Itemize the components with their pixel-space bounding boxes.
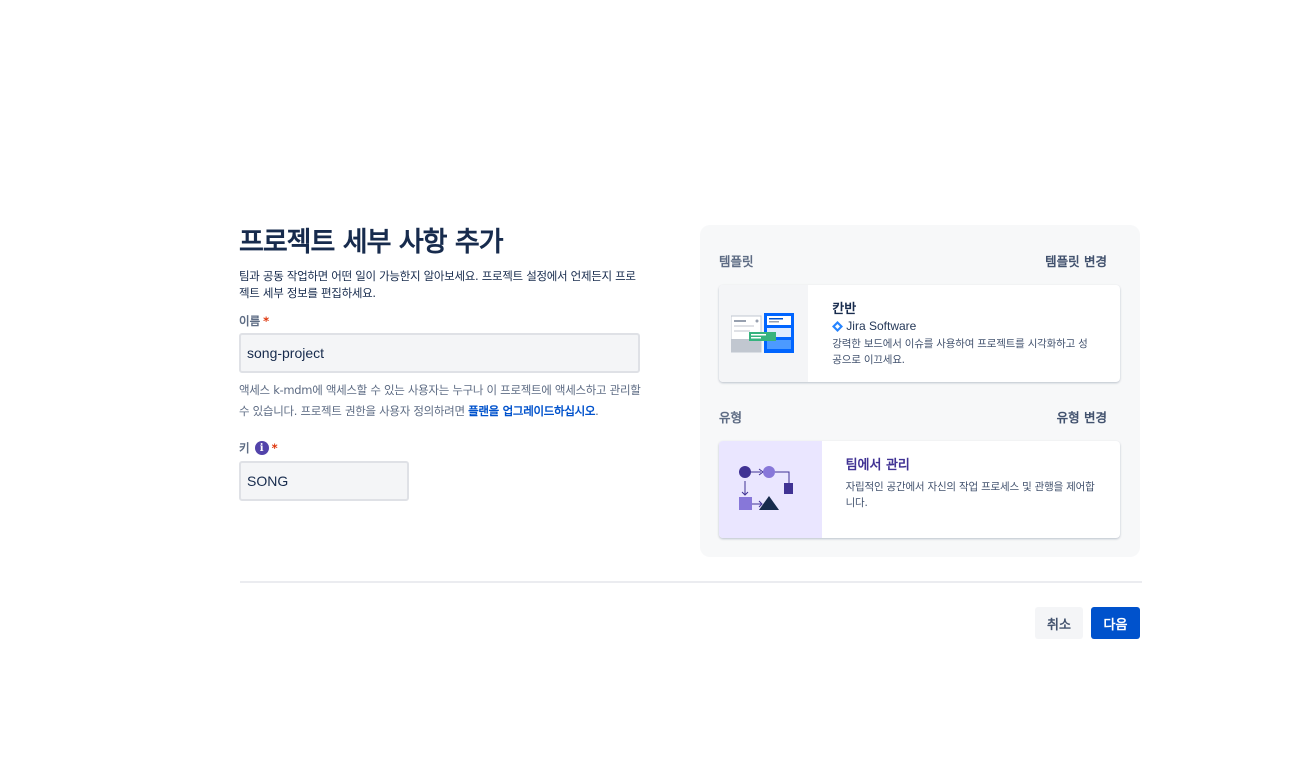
cancel-button[interactable]: 취소 xyxy=(1035,607,1083,639)
key-label: 키 i * xyxy=(239,441,641,455)
required-mark: * xyxy=(271,441,278,455)
template-card-info: 칸반 Jira Software 강력한 보드에서 이슈를 사용하여 프로젝트를… xyxy=(808,285,1120,382)
template-card-title: 칸반 xyxy=(832,302,857,317)
type-card-description: 자립적인 공간에서 자신의 작업 프로세스 및 관행을 제어합니다. xyxy=(845,481,1095,509)
template-card[interactable]: 칸반 Jira Software 강력한 보드에서 이슈를 사용하여 프로젝트를… xyxy=(719,285,1120,382)
name-input[interactable]: song-project xyxy=(239,333,640,373)
required-mark: * xyxy=(263,314,270,328)
jira-icon xyxy=(832,320,844,332)
info-icon[interactable]: i xyxy=(254,441,269,455)
upgrade-plan-link[interactable]: 플랜을 업그레이드하십시오 xyxy=(468,404,595,418)
key-input[interactable]: SONG xyxy=(239,461,409,501)
change-template-button[interactable]: 템플릿 변경 xyxy=(1045,251,1107,270)
type-section-header: 유형 유형 변경 xyxy=(719,407,1107,426)
change-type-button[interactable]: 유형 변경 xyxy=(1057,407,1107,426)
access-help-end: . xyxy=(595,404,599,418)
type-section-label: 유형 xyxy=(719,410,743,425)
footer-divider xyxy=(240,581,1142,583)
page-title: 프로젝트 세부 사항 추가 xyxy=(239,227,504,258)
next-button[interactable]: 다음 xyxy=(1091,607,1140,639)
template-panel: 템플릿 템플릿 변경 칸반 Jira Software 강력한 보드에서 이슈를… xyxy=(700,225,1140,557)
name-label: 이름 * xyxy=(239,314,641,328)
type-card[interactable]: 팀에서 관리 자립적인 공간에서 자신의 작업 프로세스 및 관행을 제어합니다… xyxy=(719,441,1120,538)
project-details-form: 프로젝트 세부 사항 추가 팀과 공동 작업하면 어떤 일이 가능한지 알아보세… xyxy=(239,222,641,501)
template-card-description: 강력한 보드에서 이슈를 사용하여 프로젝트를 시각화하고 성공으로 이끄세요. xyxy=(832,338,1088,366)
jira-product-name: Jira Software xyxy=(846,319,917,333)
type-card-title: 팀에서 관리 xyxy=(845,458,910,473)
name-label-text: 이름 xyxy=(239,314,261,328)
jira-software-badge: Jira Software xyxy=(832,319,1096,333)
access-help-text: 액세스 k-mdm에 액세스할 수 있는 사용자는 누구나 이 프로젝트에 액세… xyxy=(239,380,641,422)
template-section-header: 템플릿 템플릿 변경 xyxy=(719,251,1107,270)
key-label-text: 키 xyxy=(239,441,250,455)
template-section-label: 템플릿 xyxy=(719,254,754,269)
kanban-board-icon xyxy=(719,285,809,382)
team-managed-icon xyxy=(719,441,822,538)
type-card-info: 팀에서 관리 자립적인 공간에서 자신의 작업 프로세스 및 관행을 제어합니다… xyxy=(822,441,1120,538)
page-subtitle: 팀과 공동 작업하면 어떤 일이 가능한지 알아보세요. 프로젝트 설정에서 언… xyxy=(239,269,636,300)
